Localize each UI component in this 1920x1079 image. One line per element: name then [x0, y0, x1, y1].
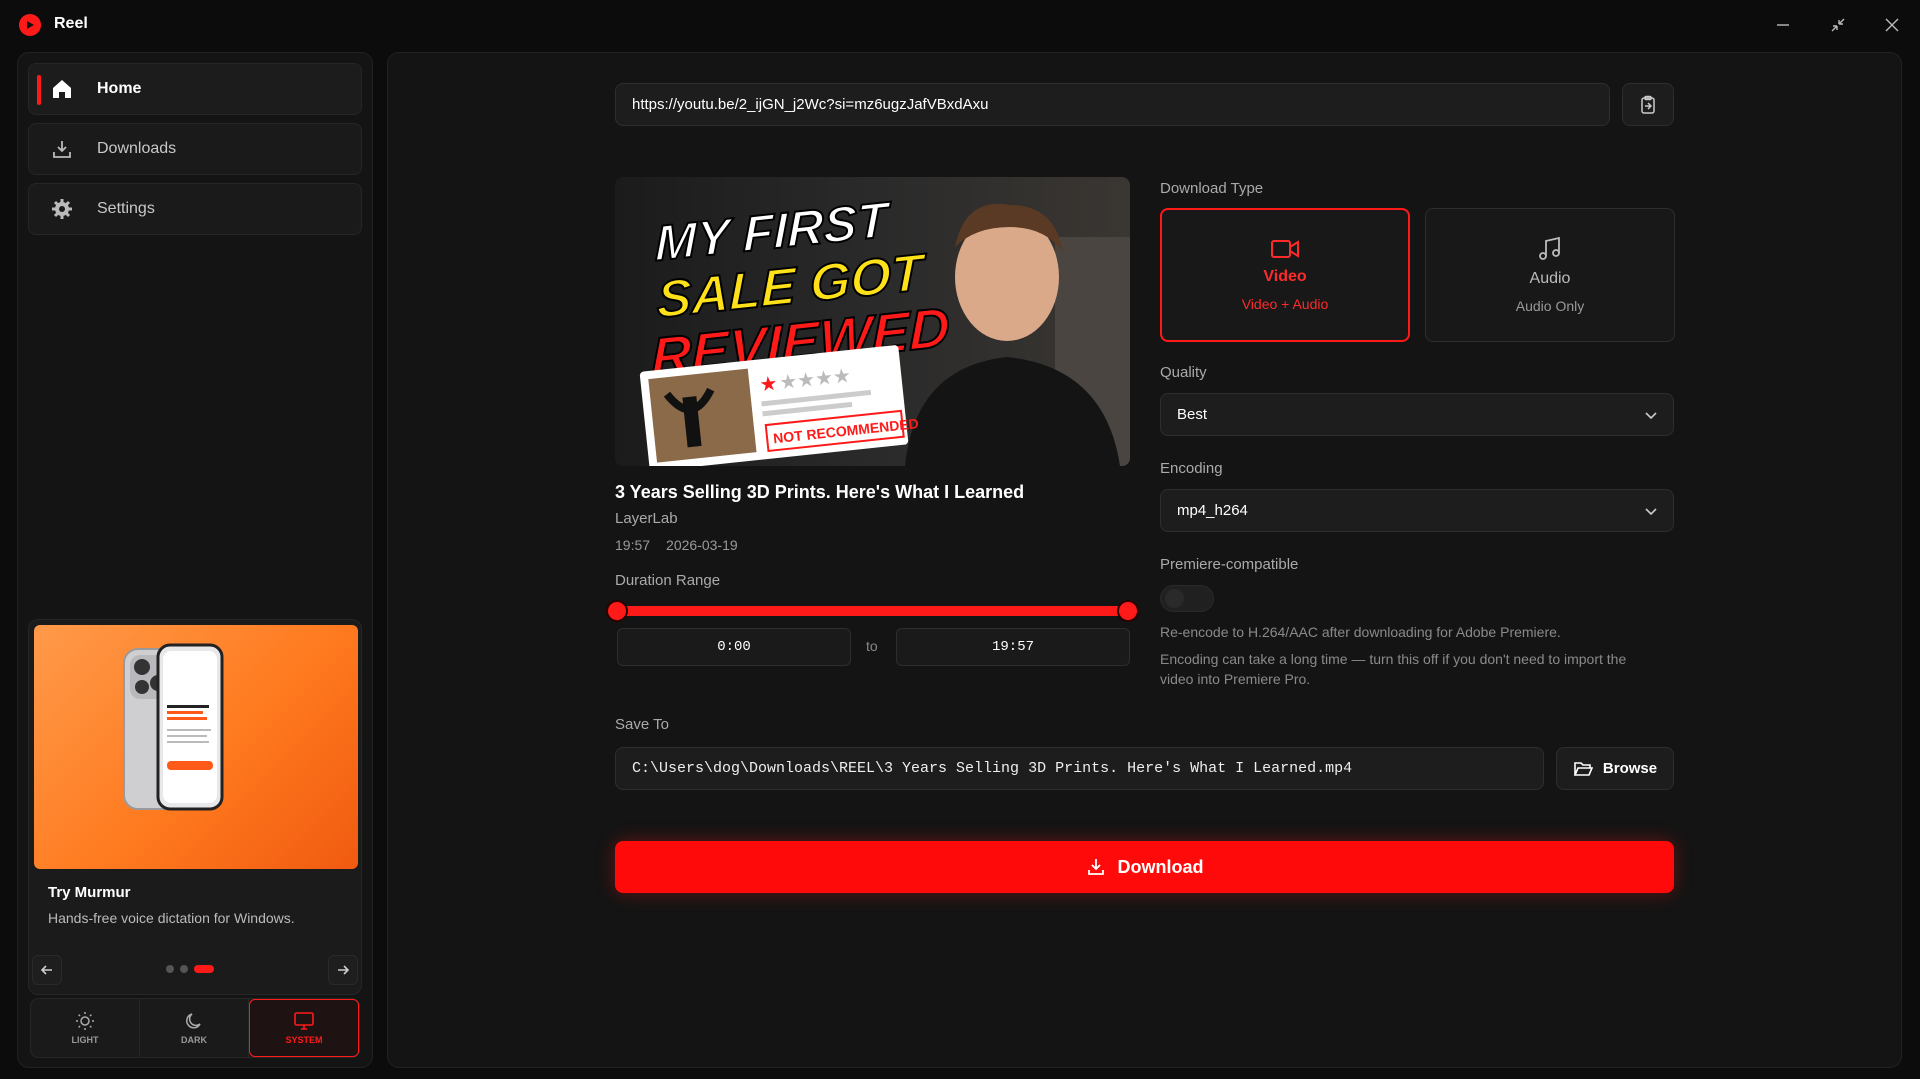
premiere-desc-1: Re-encode to H.264/AAC after downloading… [1160, 624, 1561, 640]
sidebar-item-label: Home [97, 80, 142, 97]
encoding-select[interactable]: mp4_h264 [1160, 489, 1674, 532]
sidebar: Home Downloads Settings Try Murmur Hands… [17, 52, 373, 1068]
chevron-down-icon [1645, 412, 1657, 420]
browse-button[interactable]: Browse [1556, 747, 1674, 790]
type-audio-card[interactable]: Audio Audio Only [1425, 208, 1675, 342]
type-video-card[interactable]: Video Video + Audio [1160, 208, 1410, 342]
sidebar-item-label: Downloads [97, 140, 177, 157]
quality-label: Quality [1160, 364, 1207, 381]
video-date: 2026-03-19 [666, 537, 738, 553]
theme-switcher: LIGHT DARK SYSTEM [30, 998, 360, 1058]
app-logo-icon [19, 14, 41, 36]
gear-icon [49, 196, 75, 222]
premiere-desc-2a: Encoding can take a long time — turn thi… [1160, 651, 1627, 667]
svg-text:★: ★ [758, 371, 778, 397]
premiere-toggle[interactable] [1160, 585, 1214, 612]
sun-icon [76, 1012, 94, 1030]
sidebar-item-home[interactable]: Home [28, 63, 362, 115]
url-input[interactable] [615, 83, 1610, 126]
channel-name: LayerLab [615, 510, 678, 527]
download-label: Download [1117, 856, 1204, 877]
promo-subtitle: Hands-free voice dictation for Windows. [48, 910, 295, 926]
promo-image [34, 625, 358, 869]
range-to-label: to [866, 638, 878, 654]
paste-button[interactable] [1622, 83, 1674, 126]
folder-open-icon [1573, 761, 1593, 776]
sidebar-item-label: Settings [97, 200, 155, 217]
video-thumbnail: MY FIRST SALE GOT REVIEWED ★ ★★★★ NOT RE… [615, 177, 1130, 466]
home-icon [49, 76, 75, 102]
type-audio-title: Audio [1529, 270, 1571, 287]
download-icon [1087, 859, 1104, 875]
quality-select[interactable]: Best [1160, 393, 1674, 436]
encoding-label: Encoding [1160, 460, 1223, 477]
duration-range-label: Duration Range [615, 572, 721, 589]
browse-label: Browse [1602, 760, 1658, 777]
range-start-input[interactable]: 0:00 [617, 628, 851, 666]
video-camera-icon [1271, 240, 1299, 258]
theme-light-label: LIGHT [71, 1035, 99, 1045]
carousel-dots [166, 965, 214, 973]
promo-title: Try Murmur [48, 884, 131, 901]
duration-range-track[interactable] [617, 606, 1128, 616]
carousel-nav [28, 953, 362, 989]
encoding-value: mp4_h264 [1177, 502, 1248, 519]
moon-icon [186, 1013, 201, 1029]
quality-value: Best [1177, 406, 1208, 423]
theme-dark-label: DARK [181, 1035, 207, 1045]
range-end-input[interactable]: 19:57 [896, 628, 1130, 666]
sidebar-item-settings[interactable]: Settings [28, 183, 362, 235]
theme-system-label: SYSTEM [285, 1035, 323, 1045]
sidebar-item-downloads[interactable]: Downloads [28, 123, 362, 175]
video-duration: 19:57 [615, 537, 651, 553]
type-video-subtitle: Video + Audio [1241, 296, 1329, 312]
clipboard-paste-icon [1641, 95, 1655, 114]
type-audio-subtitle: Audio Only [1515, 298, 1585, 314]
save-to-label: Save To [615, 716, 669, 733]
carousel-dot[interactable] [180, 965, 188, 973]
theme-dark-button[interactable]: DARK [140, 999, 249, 1057]
minimize-button[interactable] [1763, 10, 1803, 40]
close-button[interactable] [1872, 10, 1912, 40]
promo-card[interactable]: Try Murmur Hands-free voice dictation fo… [28, 619, 362, 995]
toggle-knob [1165, 589, 1184, 608]
carousel-prev-button[interactable] [32, 955, 62, 985]
download-button[interactable]: Download [615, 841, 1674, 893]
video-title: 3 Years Selling 3D Prints. Here's What I… [615, 482, 1025, 502]
type-video-title: Video [1263, 268, 1307, 285]
music-note-icon [1539, 236, 1560, 260]
app-title: Reel [54, 15, 88, 32]
theme-light-button[interactable]: LIGHT [31, 999, 140, 1057]
range-start-handle[interactable] [606, 600, 628, 622]
theme-system-button[interactable]: SYSTEM [249, 999, 359, 1057]
chevron-down-icon [1645, 508, 1657, 516]
download-type-label: Download Type [1160, 180, 1264, 197]
range-end-handle[interactable] [1117, 600, 1139, 622]
title-bar: Reel [0, 0, 1920, 50]
monitor-icon [294, 1012, 314, 1030]
download-tray-icon [49, 136, 75, 162]
carousel-next-button[interactable] [328, 955, 358, 985]
premiere-label: Premiere-compatible [1160, 556, 1299, 573]
carousel-dot-active[interactable] [194, 965, 214, 973]
video-meta: 19:57 2026-03-19 [615, 537, 738, 553]
restore-button[interactable] [1818, 10, 1858, 40]
save-path-input[interactable]: C:\Users\dog\Downloads\REEL\3 Years Sell… [615, 747, 1544, 790]
carousel-dot[interactable] [166, 965, 174, 973]
premiere-desc-2b: video into Premiere Pro. [1160, 671, 1311, 687]
